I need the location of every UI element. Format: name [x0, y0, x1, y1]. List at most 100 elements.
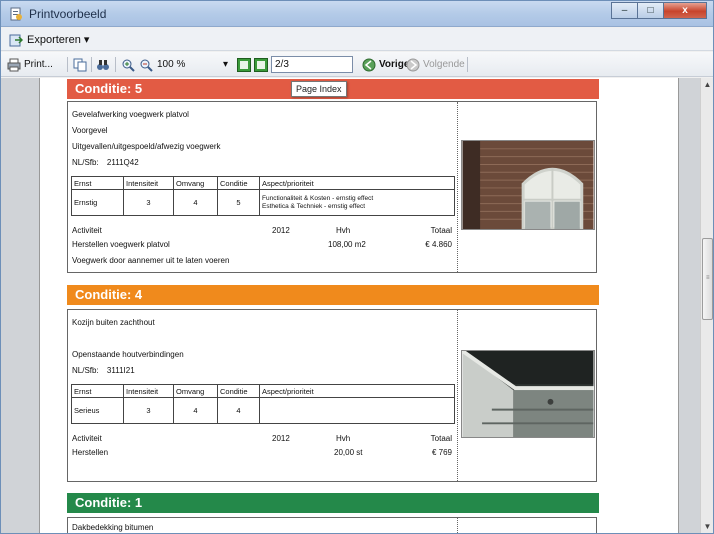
title-bar: Printvoorbeeld – □ x	[1, 1, 713, 27]
previous-page-button[interactable]: Vorige	[362, 56, 409, 73]
first-page-button[interactable]	[237, 56, 251, 73]
activity-header-row: Activiteit 2012 Hvh Totaal	[72, 226, 452, 236]
zoom-out-button[interactable]	[139, 56, 153, 73]
header-intensiteit: Intensiteit	[123, 384, 174, 398]
window-title: Printvoorbeeld	[29, 7, 107, 21]
binoculars-icon	[97, 59, 109, 70]
cell-aspect: Functionaliteit & Kosten - ernstig effec…	[259, 189, 455, 216]
cell-intensiteit: 3	[123, 397, 174, 424]
maximize-button[interactable]: □	[637, 2, 663, 19]
scroll-up-icon[interactable]: ▲	[701, 78, 713, 92]
header-omvang: Omvang	[173, 384, 218, 398]
print-preview-app-icon	[10, 7, 22, 21]
defect-description: Uitgevallen/uitgespoeld/afwezig voegwerk	[72, 142, 221, 151]
scrollbar-thumb[interactable]: ≡	[702, 238, 713, 320]
assessment-table: Ernst Intensiteit Omvang Conditie Aspect…	[71, 384, 455, 424]
close-button[interactable]: x	[663, 2, 707, 19]
print-button[interactable]: Print...	[7, 56, 53, 73]
next-page-label: Volgende	[423, 59, 465, 70]
header-aspect: Aspect/prioriteit	[259, 384, 455, 398]
previous-page-label: Vorige	[379, 59, 410, 70]
card-details: Gevelafwerking voegwerk platvol Voorgeve…	[68, 102, 458, 272]
header-ernst: Ernst	[71, 176, 124, 190]
copy-icon	[73, 58, 87, 71]
card-details: Dakbedekking bitumen	[68, 518, 458, 533]
activity-label: Herstellen	[72, 448, 109, 457]
first-page-icon	[237, 57, 251, 72]
condition-header-4: Conditie: 4	[67, 285, 599, 305]
vertical-scrollbar[interactable]: ▲ ≡ ▼	[700, 78, 713, 533]
nlsfb-value: 3111I21	[106, 366, 135, 375]
element-name: Gevelafwerking voegwerk platvol	[72, 110, 189, 119]
page-index-input[interactable]: 2/3	[271, 56, 353, 73]
toolbar-separator	[115, 57, 116, 72]
nlsfb-code: NL/Sfb: 3111I21	[72, 366, 135, 375]
activity-row: Herstellen voegwerk platvol 108,00 m2 € …	[72, 240, 452, 250]
card-details: Kozijn buiten zachthout Openstaande hout…	[68, 310, 458, 481]
cell-ernst: Ernstig	[71, 189, 124, 216]
activity-header-unit: Hvh	[336, 226, 351, 235]
zoom-level-text: 100 %	[157, 59, 186, 70]
cell-intensiteit: 3	[123, 189, 174, 216]
condition-card-1: Dakbedekking bitumen	[67, 517, 597, 533]
previous-arrow-icon	[362, 58, 376, 71]
page-index-tooltip: Page Index	[291, 81, 347, 97]
table-header-row: Ernst Intensiteit Omvang Conditie Aspect…	[71, 176, 455, 190]
copy-button[interactable]	[73, 56, 87, 73]
scroll-down-icon[interactable]: ▼	[701, 520, 713, 533]
activity-header-label: Activiteit	[72, 226, 102, 235]
chevron-down-icon: ▾	[222, 59, 228, 70]
menu-bar: Exporteren ▾	[1, 28, 713, 51]
print-preview-window: Printvoorbeeld – □ x Exporteren ▾ Print.…	[0, 0, 714, 534]
activity-header-row: Activiteit 2012 Hvh Totaal	[72, 434, 452, 444]
activity-quantity: 20,00 st	[334, 448, 363, 457]
header-intensiteit: Intensiteit	[123, 176, 174, 190]
export-menu-button[interactable]: Exporteren ▾	[9, 31, 89, 48]
cell-omvang: 4	[173, 189, 218, 216]
nlsfb-label: NL/Sfb:	[72, 366, 99, 375]
header-ernst: Ernst	[71, 384, 124, 398]
header-conditie: Conditie	[217, 384, 260, 398]
aspect-line: Functionaliteit & Kosten - ernstig effec…	[262, 194, 374, 202]
window-frame-photo	[461, 350, 595, 438]
cell-conditie: 4	[217, 397, 260, 424]
activity-header-total: Totaal	[430, 434, 452, 443]
activity-header-label: Activiteit	[72, 434, 102, 443]
cell-aspect	[259, 397, 455, 424]
zoom-in-icon	[122, 59, 135, 72]
element-location: Voorgevel	[72, 126, 108, 135]
nlsfb-value: 2111Q42	[106, 158, 139, 167]
aspect-line: Esthetica & Techniek - ernstig effect	[262, 202, 366, 210]
printer-icon	[7, 58, 21, 71]
activity-quantity: 108,00 m2	[328, 240, 366, 249]
preview-toolbar: Print... 100 % ▾ 2/3 Vorige Volgende	[1, 52, 713, 77]
activity-header-year: 2012	[272, 226, 290, 235]
table-row: Serieus 3 4 4	[71, 397, 455, 424]
element-name: Kozijn buiten zachthout	[72, 318, 155, 327]
next-page-button[interactable]: Volgende	[406, 56, 465, 73]
activity-label: Herstellen voegwerk platvol	[72, 240, 170, 249]
export-icon	[9, 34, 23, 46]
toolbar-separator	[91, 57, 92, 72]
find-button[interactable]	[96, 56, 110, 73]
zoom-select[interactable]: ▾	[185, 56, 231, 73]
last-page-button[interactable]	[254, 56, 268, 73]
table-header-row: Ernst Intensiteit Omvang Conditie Aspect…	[71, 384, 455, 398]
export-label: Exporteren ▾	[27, 34, 90, 46]
table-row: Ernstig 3 4 5 Functionaliteit & Kosten -…	[71, 189, 455, 216]
condition-header-1: Conditie: 1	[67, 493, 599, 513]
activity-total: € 769	[431, 448, 452, 457]
activity-row: Herstellen 20,00 st € 769	[72, 448, 452, 458]
condition-card-5: Gevelafwerking voegwerk platvol Voorgeve…	[67, 101, 597, 273]
minimize-button[interactable]: –	[611, 2, 637, 19]
header-omvang: Omvang	[173, 176, 218, 190]
cell-conditie: 5	[217, 189, 260, 216]
window-controls: – □ x	[611, 2, 707, 19]
defect-description: Openstaande houtverbindingen	[72, 350, 184, 359]
next-arrow-icon	[406, 58, 420, 71]
condition-card-4: Kozijn buiten zachthout Openstaande hout…	[67, 309, 597, 482]
toolbar-separator	[467, 57, 468, 72]
zoom-in-button[interactable]	[121, 56, 135, 73]
cell-omvang: 4	[173, 397, 218, 424]
brick-facade-photo	[461, 140, 595, 230]
